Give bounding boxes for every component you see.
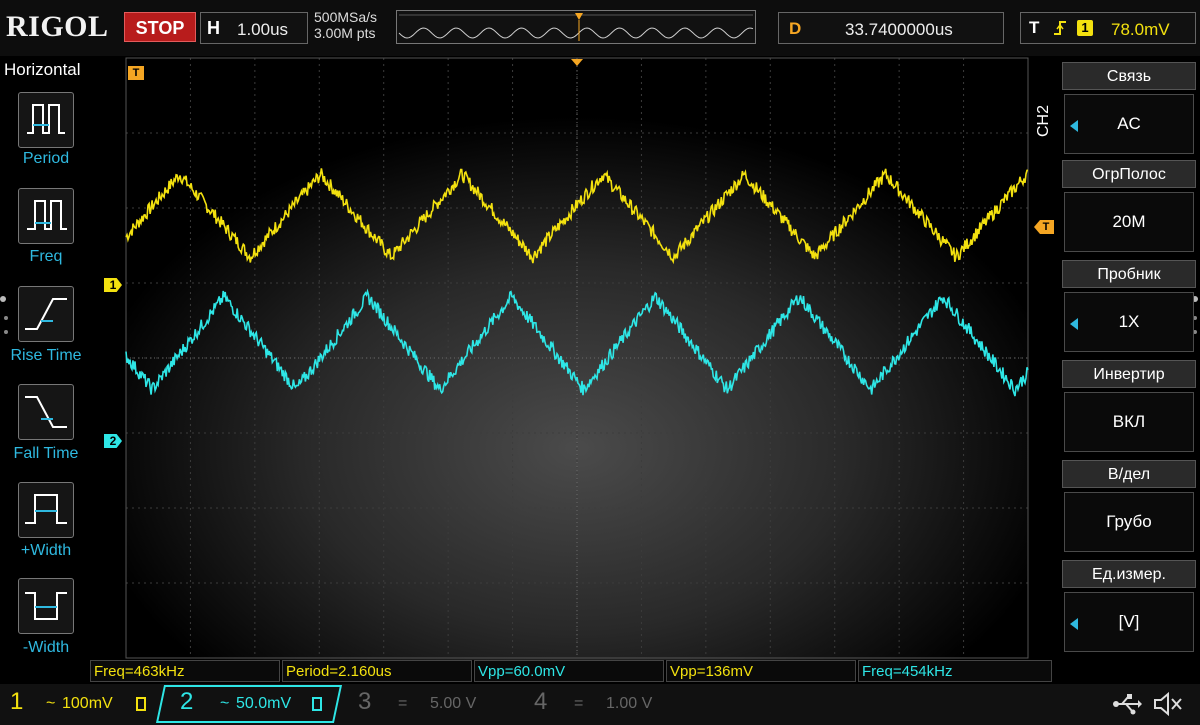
fall-time-label: Fall Time <box>13 445 79 462</box>
channel-2-coupling: ~ <box>220 695 230 712</box>
acquisition-info: 500MSa/s 3.00M pts <box>314 9 377 41</box>
left-page-dot-icon <box>4 330 8 334</box>
channel-2-impedance-icon <box>312 697 322 711</box>
fall-time-icon <box>25 396 67 428</box>
channel-3-scale: 5.00 V <box>430 695 477 712</box>
unit-header: Ед.измер. <box>1062 560 1196 588</box>
rise-time-button[interactable] <box>18 286 74 342</box>
memory-overview-strip[interactable] <box>396 10 756 44</box>
channel-2-scale: 50.0mV <box>236 695 292 712</box>
channel-1-coupling: ~ <box>46 695 56 712</box>
timebase-display[interactable]: H 1.00us <box>200 12 308 44</box>
invert-header: Инвертир <box>1062 360 1196 388</box>
left-page-dot-icon <box>4 316 8 320</box>
period-button[interactable] <box>18 92 74 148</box>
bandwidth-limit-header: ОгрПолос <box>1062 160 1196 188</box>
measurement-period-ch1[interactable]: Period=2.160us <box>282 660 472 682</box>
delay-value: 33.7400000us <box>845 20 953 39</box>
bandwidth-limit-value: 20M <box>1112 212 1146 231</box>
measure-menu-title: Horizontal <box>4 60 81 79</box>
trigger-source-badge: 1 <box>1077 20 1093 36</box>
sample-rate: 500MSa/s <box>314 9 378 25</box>
left-page-dot-icon <box>0 296 6 302</box>
channel-1-number: 1 <box>10 688 24 715</box>
channel-4-scale: 1.00 V <box>606 695 653 712</box>
measurement-freq-ch2[interactable]: Freq=454kHz <box>858 660 1052 682</box>
memory-overview-waveform <box>398 13 754 41</box>
delay-display[interactable]: D 33.7400000us <box>778 12 1004 44</box>
memory-trigger-marker-icon <box>575 13 583 20</box>
channel-menu-tab-label: CH2 <box>1035 104 1053 138</box>
channel-3-number: 3 <box>358 688 372 715</box>
waveform-display[interactable] <box>92 56 1032 660</box>
negative-width-label: -Width <box>22 639 70 656</box>
brand-logo: RIGOL <box>6 10 109 43</box>
probe-header: Пробник <box>1062 260 1196 288</box>
probe-value: 1X <box>1118 312 1140 331</box>
measurement-vpp-ch1[interactable]: Vpp=136mV <box>666 660 856 682</box>
coupling-arrow-icon <box>1070 120 1078 132</box>
channel-1-scale: 100mV <box>62 695 113 712</box>
trigger-label: T <box>1029 18 1040 37</box>
rising-edge-icon <box>1053 19 1067 42</box>
channel-menu-tab: CH2 <box>1034 96 1060 146</box>
freq-button[interactable] <box>18 188 74 244</box>
bandwidth-limit-button[interactable]: 20M <box>1064 192 1194 252</box>
channel-4-coupling: = <box>574 695 584 712</box>
run-stop-indicator[interactable]: STOP <box>124 12 196 42</box>
channel-2-number: 2 <box>180 688 194 715</box>
invert-value: ВКЛ <box>1112 412 1146 431</box>
frequency-icon <box>27 200 67 230</box>
probe-arrow-icon <box>1070 318 1078 330</box>
coupling-header: Связь <box>1062 62 1196 90</box>
usb-icon <box>1112 692 1142 721</box>
coupling-value: AC <box>1117 114 1141 133</box>
speaker-muted-icon[interactable] <box>1152 690 1184 723</box>
measurement-freq-ch1[interactable]: Freq=463kHz <box>90 660 280 682</box>
volts-div-value: Грубо <box>1106 512 1152 531</box>
period-icon <box>27 104 65 134</box>
volts-div-header: В/дел <box>1062 460 1196 488</box>
channel-1-impedance-icon <box>136 697 146 711</box>
freq-label: Freq <box>29 248 63 265</box>
channel-4-number: 4 <box>534 688 548 715</box>
positive-width-label: +Width <box>20 542 72 559</box>
probe-button[interactable]: 1X <box>1064 292 1194 352</box>
period-label: Period <box>22 150 70 167</box>
negative-width-button[interactable] <box>18 578 74 634</box>
unit-value: [V] <box>1118 612 1140 631</box>
measurement-vpp-ch2[interactable]: Vpp=60.0mV <box>474 660 664 682</box>
fall-time-button[interactable] <box>18 384 74 440</box>
memory-depth: 3.00M pts <box>314 25 376 41</box>
rise-time-label: Rise Time <box>10 347 82 364</box>
timebase-value: 1.00us <box>237 20 289 39</box>
negative-width-icon <box>25 592 67 620</box>
positive-width-button[interactable] <box>18 482 74 538</box>
volts-div-button[interactable]: Грубо <box>1064 492 1194 552</box>
unit-arrow-icon <box>1070 618 1078 630</box>
trigger-display[interactable]: T 1 78.0mV <box>1020 12 1196 44</box>
positive-width-icon <box>25 494 67 524</box>
trigger-level-marker[interactable]: T <box>1034 220 1054 234</box>
unit-button[interactable]: [V] <box>1064 592 1194 652</box>
trigger-time-marker[interactable]: T <box>128 66 144 80</box>
invert-button[interactable]: ВКЛ <box>1064 392 1194 452</box>
coupling-button[interactable]: AC <box>1064 94 1194 154</box>
rise-time-icon <box>25 298 67 330</box>
trigger-level: 78.0mV <box>1111 20 1170 39</box>
channel-3-coupling: = <box>398 695 408 712</box>
timebase-label: H <box>207 18 220 38</box>
delay-label: D <box>789 19 802 38</box>
